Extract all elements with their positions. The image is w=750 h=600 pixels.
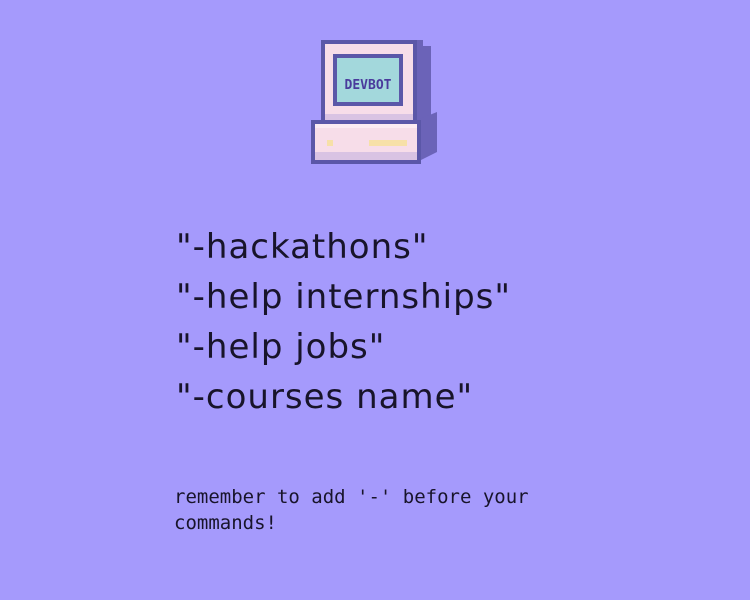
logo-screen-text: DEVBOT: [345, 78, 392, 93]
retro-computer-icon: DEVBOT: [311, 40, 437, 164]
command-list: "-hackathons" "-help internships" "-help…: [176, 222, 511, 422]
reminder-text: remember to add '-' before your commands…: [174, 486, 529, 534]
command-help-internships: "-help internships": [176, 277, 512, 317]
command-courses-name: "-courses name": [176, 377, 474, 417]
command-help-jobs: "-help jobs": [176, 327, 386, 367]
command-hackathons: "-hackathons": [176, 227, 429, 267]
devbot-logo: DEVBOT: [305, 32, 445, 170]
